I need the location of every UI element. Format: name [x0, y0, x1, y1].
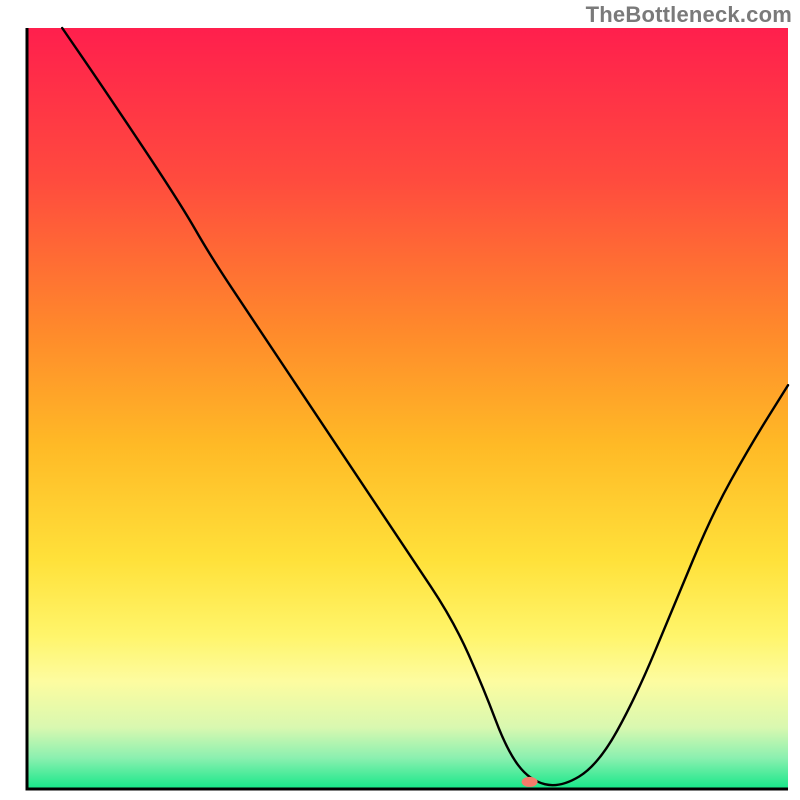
chart-svg: [0, 0, 800, 800]
valley-marker: [522, 777, 538, 787]
plot-background: [28, 28, 788, 788]
bottleneck-chart: TheBottleneck.com: [0, 0, 800, 800]
